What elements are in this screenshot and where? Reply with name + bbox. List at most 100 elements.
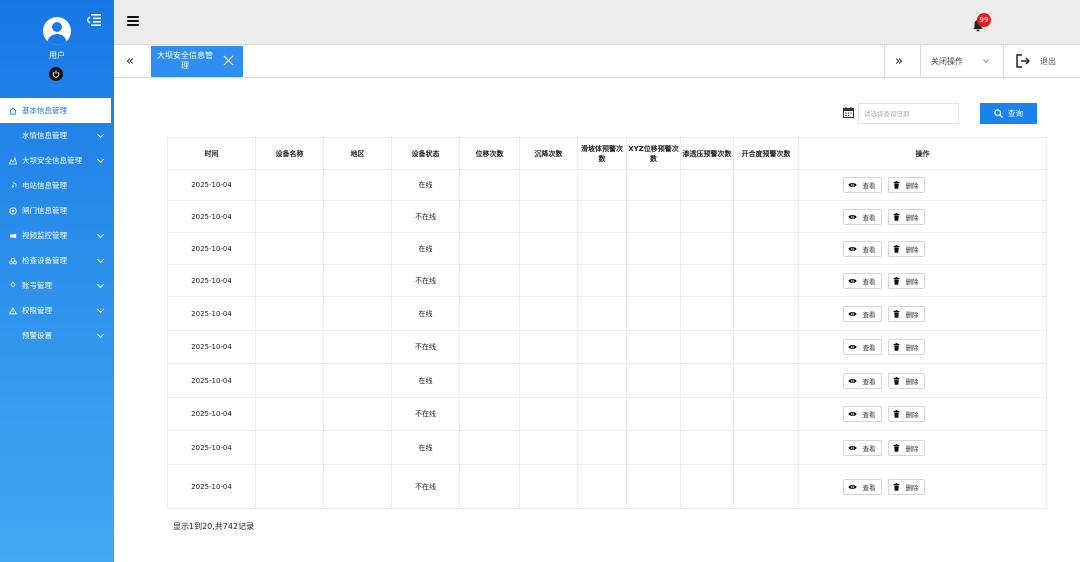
chevron-down-icon[interactable] — [96, 230, 105, 239]
tab-bar: « 大坝安全信息管理 » 关闭操作 退出 — [114, 44, 1080, 78]
chevron-down-icon[interactable] — [96, 155, 105, 164]
cell-settlement — [519, 264, 578, 297]
view-button[interactable]: 查看 — [842, 272, 882, 289]
tab-dam-safety[interactable]: 大坝安全信息管理 — [151, 46, 243, 77]
sidebar-item-7[interactable]: 账号管理 — [0, 273, 114, 298]
chevron-down-icon[interactable] — [983, 57, 989, 63]
exit-button[interactable]: 退出 — [1040, 56, 1056, 67]
cell-settlement — [519, 169, 578, 201]
delete-button[interactable]: 删除 — [887, 305, 925, 322]
cell-displacement — [459, 264, 520, 297]
user-icon — [9, 281, 17, 290]
delete-button[interactable]: 删除 — [887, 478, 925, 495]
calendar-icon[interactable] — [843, 107, 854, 118]
cell-device — [255, 232, 324, 265]
cell-device — [255, 296, 324, 331]
user-avatar-icon[interactable] — [43, 17, 71, 45]
sidebar: 用户 基本信息管理 水情信息管理 大坝安全信息管理 电站信息管理 闸门信息管理 视频监控管… — [0, 0, 114, 562]
chevron-down-icon[interactable] — [96, 330, 105, 339]
top-bar: 99 — [114, 0, 1080, 44]
cell-seepage — [680, 330, 734, 364]
view-button[interactable]: 查看 — [842, 339, 882, 355]
cell-landslide — [577, 464, 627, 509]
chevron-down-icon[interactable] — [96, 280, 105, 289]
delete-label: 删除 — [905, 310, 919, 319]
sidebar-item-2[interactable]: 大坝安全信息管理 — [0, 148, 114, 173]
view-label: 查看 — [862, 277, 876, 286]
divider — [920, 45, 921, 78]
cell-settlement — [519, 397, 578, 431]
water-drop-icon — [9, 132, 17, 140]
delete-button[interactable]: 删除 — [887, 240, 925, 257]
eye-icon — [847, 278, 857, 283]
view-button[interactable]: 查看 — [842, 208, 882, 225]
cell-displacement — [459, 232, 520, 265]
delete-button[interactable]: 删除 — [887, 177, 925, 193]
cell-xyz — [626, 232, 681, 265]
delete-label: 删除 — [905, 213, 919, 222]
sidebar-item-label: 水情信息管理 — [22, 131, 67, 140]
trash-icon — [893, 482, 899, 491]
view-button[interactable]: 查看 — [842, 406, 882, 422]
view-button[interactable]: 查看 — [842, 439, 882, 456]
delete-button[interactable]: 删除 — [887, 208, 925, 225]
dam-icon — [8, 156, 18, 165]
chevron-down-icon[interactable] — [96, 130, 105, 139]
tab-scroll-right-icon[interactable]: » — [895, 54, 903, 69]
cell-time: 2025-10-04 — [167, 169, 256, 201]
search-button[interactable]: 查询 — [980, 103, 1037, 124]
hamburger-menu-icon[interactable] — [127, 16, 139, 26]
power-icon[interactable] — [49, 67, 63, 81]
view-button[interactable]: 查看 — [842, 240, 882, 257]
trash-icon — [893, 443, 899, 452]
trash-icon — [893, 181, 899, 189]
view-button[interactable]: 查看 — [842, 305, 882, 322]
cell-settlement — [519, 232, 578, 265]
view-button[interactable]: 查看 — [842, 177, 882, 193]
pagination-summary: 显示1到20,共742记录 — [173, 522, 255, 531]
chevron-down-icon[interactable] — [96, 255, 105, 264]
delete-button[interactable]: 删除 — [887, 439, 925, 456]
cell-device — [255, 430, 324, 465]
cell-device — [255, 264, 324, 297]
cell-settlement — [519, 363, 578, 398]
cell-xyz — [626, 330, 681, 364]
sidebar-item-0[interactable]: 基本信息管理 — [0, 98, 111, 123]
column-header: 设备状态 — [391, 137, 460, 170]
sidebar-item-8[interactable]: 权限管理 — [0, 298, 114, 323]
menu-collapse-icon[interactable] — [87, 14, 101, 26]
delete-button[interactable]: 删除 — [887, 339, 925, 355]
cell-opening — [733, 200, 799, 233]
delete-button[interactable]: 删除 — [887, 406, 925, 422]
chevron-down-icon[interactable] — [96, 305, 105, 314]
cell-xyz — [626, 430, 681, 465]
cell-region — [323, 430, 392, 465]
view-label: 查看 — [862, 377, 876, 386]
delete-button[interactable]: 删除 — [887, 272, 925, 289]
view-button[interactable]: 查看 — [842, 372, 882, 389]
cell-region — [323, 200, 392, 233]
delete-button[interactable]: 删除 — [887, 372, 925, 389]
sidebar-item-9[interactable]: 预警设置 — [0, 323, 114, 348]
close-operations-dropdown[interactable]: 关闭操作 — [931, 56, 963, 67]
cell-settlement — [519, 464, 578, 509]
date-search-input[interactable] — [858, 103, 959, 124]
sidebar-item-1[interactable]: 水情信息管理 — [0, 123, 114, 148]
view-button[interactable]: 查看 — [842, 478, 882, 495]
exit-icon[interactable] — [1016, 54, 1030, 68]
cell-settlement — [519, 430, 578, 465]
sidebar-item-6[interactable]: 检查设备管理 — [0, 248, 114, 273]
cell-actions: 查看 删除 — [798, 200, 1047, 233]
sidebar-item-3[interactable]: 电站信息管理 — [0, 173, 114, 198]
sidebar-item-label: 基本信息管理 — [22, 106, 67, 115]
eye-icon — [847, 183, 857, 187]
sidebar-item-4[interactable]: 闸门信息管理 — [0, 198, 114, 223]
sidebar-item-5[interactable]: 视频监控管理 — [0, 223, 114, 248]
close-icon[interactable] — [223, 55, 234, 66]
notification-badge: 99 — [977, 13, 991, 27]
cell-landslide — [577, 169, 627, 201]
sidebar-item-label: 账号管理 — [22, 281, 52, 290]
tab-scroll-left-icon[interactable]: « — [126, 54, 134, 69]
cell-actions: 查看 删除 — [798, 264, 1047, 297]
table-row: 2025-10-04 在线 查看 删除 — [167, 169, 1047, 201]
